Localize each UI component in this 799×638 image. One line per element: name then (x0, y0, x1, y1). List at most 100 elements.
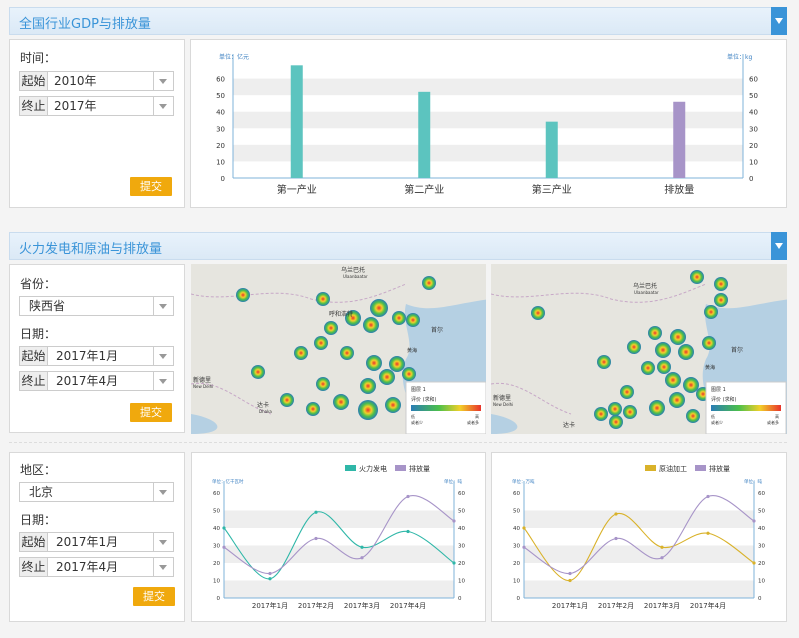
y-tick-label-left: 20 (216, 142, 225, 150)
chevron-down-icon[interactable] (153, 483, 173, 501)
series-point (268, 571, 272, 576)
y-tick-label-left: 0 (221, 175, 225, 183)
x-tick-label: 2017年2月 (598, 601, 634, 610)
end-month-value: 2017年4月 (56, 560, 119, 574)
gdp-bar-chart: 0 0 10 10 20 20 30 30 40 40 50 50 60 60 单位：亿元 单位：kg 第一产业… (216, 53, 758, 196)
y-tick-label-left: 40 (513, 526, 520, 532)
power-line-chart: 0 0 10 10 20 20 30 30 40 40 50 50 60 60 单位：亿千瓦时 单位：吨 火力发… (212, 464, 465, 610)
y-tick-label-left: 10 (216, 158, 225, 166)
y-tick-label-right: 50 (749, 92, 758, 100)
chevron-down-icon[interactable] (153, 372, 173, 390)
legend-subtitle: 评价 (求和) (711, 396, 737, 403)
map-label: 首尔 (431, 326, 443, 334)
sea-area (191, 414, 218, 434)
y-tick-label-right: 40 (749, 109, 758, 117)
heat-spot (379, 369, 395, 385)
series-point (222, 545, 226, 549)
series-point (706, 531, 710, 535)
heat-spot (609, 415, 623, 429)
series-point (268, 577, 272, 581)
series-point (522, 545, 526, 549)
y-tick-label-right: 40 (458, 526, 465, 532)
series-point (660, 556, 664, 560)
legend-high: 高 (775, 413, 779, 419)
date-label: 日期： (20, 327, 57, 341)
legend-label: 原油加工 (659, 464, 687, 473)
region-select[interactable]: 北京 (19, 482, 174, 502)
collapse-toggle-icon[interactable] (771, 232, 787, 260)
section-title: 火力发电和原油与排放量 (19, 242, 163, 257)
heatmap-left[interactable]: 乌兰巴托 Ulaanbaatar 呼和浩特 首尔 黄海 新德里 New Delhi 达卡 Dha… (191, 264, 486, 434)
start-prefix: 起始 (20, 533, 48, 551)
series-point (314, 510, 318, 514)
map-label: Ulaanbaatar (343, 274, 368, 279)
province-label: 省份： (20, 277, 57, 291)
heat-spot (324, 321, 338, 335)
heat-spot (385, 397, 401, 413)
y-tick-label-right: 0 (458, 596, 462, 602)
heatmap-right[interactable]: 乌兰巴托 Ulaanbaatar 首尔 黄海 新德里 New Delhi 达卡 图层 1 评价 … (491, 264, 787, 434)
y-tick-label-left: 10 (513, 579, 520, 585)
region-value: 北京 (29, 485, 54, 499)
submit-button[interactable]: 提交 (133, 587, 175, 606)
collapse-toggle-icon[interactable] (771, 7, 787, 35)
heatmap-right-canvas[interactable]: 乌兰巴托Ulaanbaatar 首尔黄海新德里New Delhi 达卡 图层 1 评价 … (491, 264, 787, 434)
province-select[interactable]: 陕西省 (19, 296, 174, 316)
y-unit-left: 单位：亿元 (219, 53, 249, 61)
chevron-down-icon[interactable] (153, 297, 173, 315)
grid-band (224, 545, 454, 563)
chevron-down-icon[interactable] (153, 533, 173, 551)
legend-swatch (345, 465, 356, 471)
end-year-select[interactable]: 终止 2017年 (19, 96, 174, 116)
heat-spot (714, 293, 728, 307)
legend-label: 排放量 (709, 464, 730, 473)
end-month-select[interactable]: 终止 2017年4月 (19, 371, 174, 391)
heat-spot (363, 317, 379, 333)
y-tick-label-left: 30 (513, 544, 520, 550)
border-line (491, 283, 707, 303)
x-tick-label: 第一产业 (277, 183, 317, 196)
y-tick-label-left: 30 (216, 125, 225, 133)
chevron-down-icon[interactable] (153, 97, 173, 115)
legend-high: 高 (475, 413, 479, 419)
y-tick-label-left: 60 (216, 76, 225, 84)
y-tick-label-left: 50 (216, 92, 225, 100)
heatmap-left-canvas[interactable]: 乌兰巴托Ulaanbaatar 呼和浩特首尔黄海新德里New Delhi 达卡Dha… (191, 264, 486, 434)
x-tick-label: 2017年4月 (690, 601, 726, 610)
y-tick-label-right: 30 (758, 544, 765, 550)
start-prefix: 起始 (20, 347, 48, 365)
start-year-value: 2010年 (54, 74, 97, 88)
start-month-select[interactable]: 起始 2017年1月 (19, 346, 174, 366)
chevron-down-icon[interactable] (153, 558, 173, 576)
chevron-down-icon[interactable] (153, 347, 173, 365)
series-point (568, 578, 572, 583)
grid-band (233, 111, 743, 129)
start-year-select[interactable]: 起始 2010年 (19, 71, 174, 91)
end-month-select[interactable]: 终止 2017年4月 (19, 557, 174, 577)
grid-band (224, 510, 454, 528)
y-tick-label-right: 40 (758, 526, 765, 532)
heat-spot (280, 393, 294, 407)
heat-spot (314, 336, 328, 350)
map-label: 达卡 (563, 421, 575, 429)
map-label: 新德里 (493, 394, 511, 402)
legend-low-text: 或者少 (711, 419, 723, 425)
y-tick-label-left: 30 (213, 544, 220, 550)
heat-spot (657, 360, 671, 374)
chevron-down-icon[interactable] (153, 72, 173, 90)
submit-button[interactable]: 提交 (130, 177, 172, 196)
submit-button[interactable]: 提交 (130, 403, 172, 422)
map-label: 乌兰巴托 (341, 266, 365, 274)
region-filter-panel: 地区： 北京 日期： 起始 2017年1月 终止 2017年4月 提交 (9, 452, 185, 622)
heat-spot (669, 392, 685, 408)
legend-label: 排放量 (409, 464, 430, 473)
section-divider (9, 442, 787, 443)
y-tick-label-right: 30 (458, 544, 465, 550)
legend-title: 图层 1 (711, 387, 726, 393)
y-tick-label-right: 50 (458, 509, 465, 515)
heat-spot (251, 365, 265, 379)
series-point (614, 536, 618, 541)
series-point (522, 526, 526, 530)
start-month-select[interactable]: 起始 2017年1月 (19, 532, 174, 552)
heat-spot (422, 276, 436, 290)
